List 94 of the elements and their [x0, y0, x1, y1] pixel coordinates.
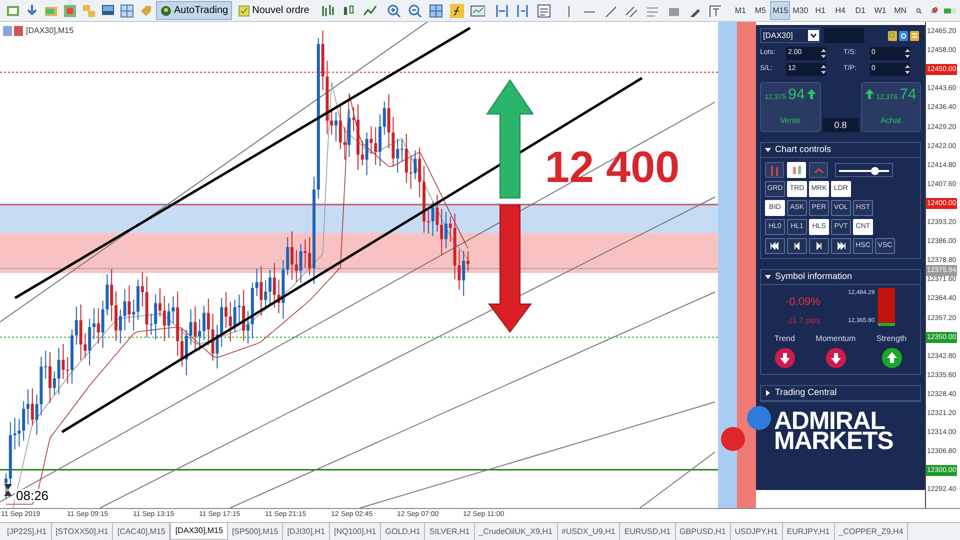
zoom-in-icon[interactable]	[386, 3, 402, 18]
chart-type-icon	[3, 26, 23, 36]
list-icon[interactable]	[910, 30, 919, 40]
chart-tab[interactable]: [DAX30],M15	[170, 523, 228, 540]
symbol-dropdown[interactable]: [DAX30]	[760, 28, 820, 43]
timeframe-button[interactable]: MN	[890, 1, 910, 20]
timeframe-button[interactable]: M15	[770, 1, 790, 20]
nav-button[interactable]	[831, 238, 851, 254]
symbol-field[interactable]	[824, 28, 864, 43]
chart-tab[interactable]: _COPPER_Z9,H4	[834, 523, 908, 540]
candle-chart-icon[interactable]	[341, 3, 356, 18]
change-pips: -11.7 pips	[786, 314, 820, 326]
change-percent: -0.09%	[786, 295, 820, 310]
template-icon[interactable]	[470, 3, 486, 18]
spinner-icon[interactable]	[904, 48, 910, 59]
price-pips: 74	[900, 87, 916, 102]
chart-tab[interactable]: #USDX_U9,H1	[558, 523, 620, 540]
section-header[interactable]: Symbol information	[761, 270, 920, 285]
section-header[interactable]: Chart controls	[761, 143, 920, 158]
nav-button[interactable]	[765, 238, 785, 254]
price-annotation: 12 400	[545, 146, 680, 190]
profile-icon[interactable]	[62, 3, 77, 18]
text-icon[interactable]	[708, 4, 722, 17]
spread-field: 0.8	[822, 118, 858, 132]
autotrading-button[interactable]: AutoTrading	[156, 1, 232, 20]
new-order-button[interactable]: Nouvel ordre	[234, 1, 314, 20]
timeframe-button[interactable]: M30	[790, 1, 810, 20]
zoom-out-icon[interactable]	[407, 3, 422, 18]
bar-chart-icon[interactable]	[320, 3, 336, 18]
copy-icon[interactable]	[888, 30, 897, 40]
chart-tab[interactable]: [JP225],H1	[3, 523, 52, 540]
chart-title: [DAX30],M15	[26, 25, 74, 37]
chart-tab[interactable]: GOLD,H1	[381, 523, 426, 540]
chart-tab[interactable]: EURJPY,H1	[782, 523, 835, 540]
tile-icon[interactable]	[428, 3, 444, 18]
trendline-icon[interactable]	[603, 4, 616, 17]
chart-tab[interactable]: USDJPY,H1	[730, 523, 783, 540]
last-icon	[836, 241, 846, 251]
timeframe-button[interactable]: M1	[730, 1, 750, 20]
toggle-button[interactable]	[765, 162, 784, 178]
collapse-icon	[765, 147, 771, 153]
monitor-icon[interactable]	[100, 3, 115, 18]
bars-icon	[790, 164, 802, 176]
prev-icon	[792, 241, 802, 251]
nav-button[interactable]	[809, 238, 829, 254]
chart-tab[interactable]: _CrudeOilUK_X9,H1	[474, 523, 558, 540]
spinner-icon[interactable]	[821, 48, 826, 59]
expand-icon	[765, 390, 771, 396]
timeframe-button[interactable]: D1	[850, 1, 870, 20]
up-arrow-icon	[806, 89, 816, 99]
countdown-timer: 08:26	[15, 489, 50, 502]
timeframe-button[interactable]: W1	[870, 1, 890, 20]
chart-tab[interactable]: GBPUSD,H1	[676, 523, 731, 540]
periods-icon[interactable]	[536, 3, 552, 18]
timeframe-button[interactable]: M5	[750, 1, 770, 20]
toggle-button[interactable]	[809, 162, 828, 178]
chart-tab[interactable]: [DJI30],H1	[283, 523, 330, 540]
indicator-label: Momentum	[816, 332, 856, 344]
shift-icon[interactable]	[494, 3, 510, 18]
slider-thumb[interactable]	[870, 167, 879, 175]
next-icon	[814, 241, 824, 251]
order-icon	[238, 4, 250, 16]
section-header[interactable]: Trading Central	[761, 386, 920, 400]
spinner-icon[interactable]	[821, 64, 826, 75]
logo-text: MARKETS	[774, 430, 894, 450]
channel-icon[interactable]	[624, 4, 638, 17]
collapse-icon	[765, 274, 771, 280]
new-chart-icon[interactable]	[5, 3, 20, 18]
chart-tab[interactable]: [NQ100],H1	[330, 523, 382, 540]
up-arrow-icon	[865, 89, 874, 99]
chart-tab[interactable]: SILVER,H1	[425, 523, 475, 540]
timeframe-button[interactable]: H4	[830, 1, 850, 20]
nav-button[interactable]	[787, 238, 807, 254]
chart-tab[interactable]: EURUSD,H1	[620, 523, 676, 540]
zoom-slider[interactable]	[835, 163, 893, 177]
robot-icon	[160, 4, 172, 16]
spinner-icon[interactable]	[904, 64, 910, 75]
price-pips: 94	[788, 87, 805, 102]
chart-tab[interactable]: [SP500],M15	[228, 523, 284, 540]
logo-text: ADMIRAL	[774, 410, 885, 430]
indicator-label: Strength	[876, 332, 907, 344]
chart-tab[interactable]: [STOXX50],H1	[52, 523, 114, 540]
caret-icon	[808, 30, 819, 41]
line-chart-icon[interactable]	[362, 3, 378, 18]
function-icon[interactable]	[449, 3, 464, 18]
toggle-button[interactable]	[787, 162, 806, 178]
layout-icon[interactable]	[119, 3, 134, 18]
indicator-label: Trend	[774, 332, 795, 344]
candle-icon	[768, 164, 780, 176]
settings-icon[interactable]	[899, 30, 908, 40]
autoscroll-icon[interactable]	[515, 3, 530, 18]
timeframe-button[interactable]: H1	[810, 1, 830, 20]
timer-icon	[4, 484, 12, 496]
first-icon	[770, 241, 780, 251]
